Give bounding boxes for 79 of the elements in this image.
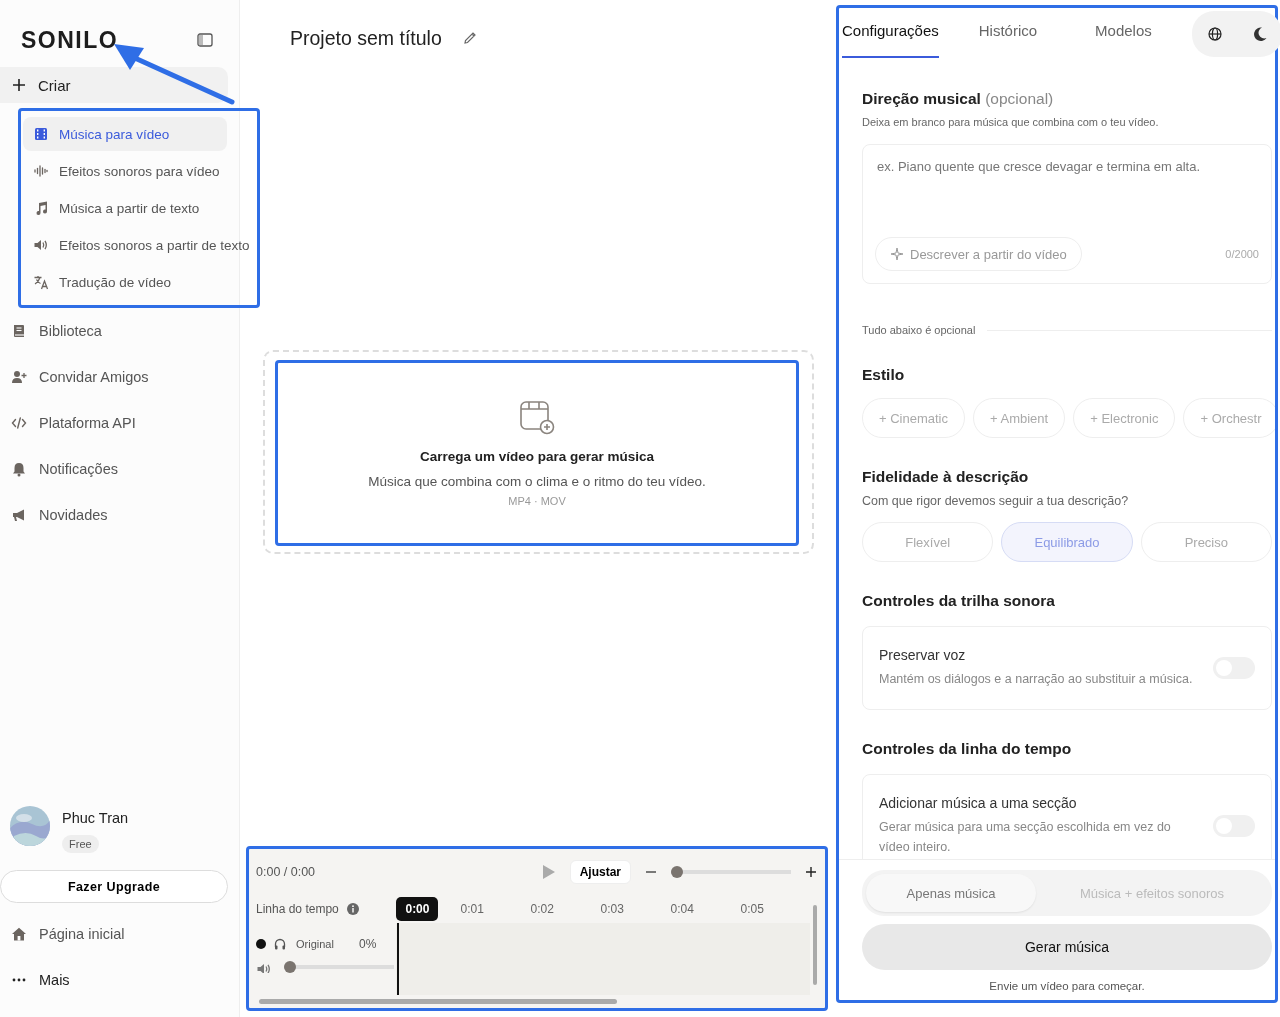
generate-button[interactable]: Gerar música	[862, 924, 1272, 970]
record-dot-icon	[256, 939, 266, 949]
sparkle-icon	[890, 247, 904, 261]
section-title: Controles da linha do tempo	[862, 740, 1073, 758]
divider-label: Tudo abaixo é opcional	[862, 324, 976, 336]
hint-text: Deixa em branco para música que combina com o teu vídeo.	[862, 116, 1160, 128]
video-add-icon	[519, 399, 555, 435]
speaker-icon	[33, 237, 49, 253]
setting-title: Adicionar música a uma secção	[879, 795, 1078, 811]
section-title: Fidelidade à descrição	[862, 468, 1030, 486]
globe-icon	[1207, 27, 1222, 41]
drop-zone[interactable]: Carrega um vídeo para gerar música Música que combina com o clima e o ritmo do teu vídeo. MP4 · MOV	[263, 350, 814, 554]
track-percent: 0%	[359, 937, 377, 951]
upgrade-button[interactable]: Fazer Upgrade	[0, 870, 228, 903]
logo[interactable]: SONILO	[21, 26, 119, 54]
time-tick: 0:05	[740, 902, 765, 916]
waveform-icon	[33, 163, 49, 179]
plan-badge: Free	[62, 835, 99, 853]
setting-description: Gerar música para uma secção escolhida em vez do vídeo inteiro.	[879, 819, 1172, 856]
bell-icon	[11, 461, 27, 477]
time-display: 0:00 / 0:00	[256, 865, 316, 879]
book-icon	[11, 323, 27, 339]
menu-item[interactable]: Tradução de vídeo	[23, 265, 227, 299]
nav-item[interactable]: Convidar Amigos	[0, 354, 227, 400]
megaphone-icon	[11, 507, 27, 523]
section-title: Controles da trilha sonora	[862, 592, 1056, 610]
project-title: Projeto sem título	[290, 26, 442, 50]
film-icon	[33, 126, 49, 142]
section-title: Direção musical (opcional)	[862, 90, 1055, 108]
code-icon	[11, 415, 27, 431]
menu-item[interactable]: Efeitos sonoros para vídeo	[23, 154, 227, 188]
nav-item[interactable]: Plataforma API	[0, 400, 227, 446]
play-icon	[541, 864, 556, 880]
time-tick: 0:04	[670, 902, 695, 916]
tab[interactable]: Modelos	[1095, 10, 1152, 58]
plus-icon	[12, 78, 26, 92]
avatar	[10, 806, 50, 846]
menu-item[interactable]: Música a partir de texto	[23, 191, 227, 225]
moon-icon	[1251, 26, 1268, 42]
track-name: Original	[296, 938, 335, 950]
tab[interactable]: Configurações	[842, 10, 939, 58]
scrollbar[interactable]	[813, 905, 817, 985]
playhead-time: 0:00	[396, 897, 439, 921]
fit-button[interactable]: Ajustar	[569, 860, 631, 884]
menu-item[interactable]: Efeitos sonoros a partir de texto	[23, 228, 252, 262]
playhead[interactable]	[397, 923, 400, 995]
menu-item[interactable]: Música para vídeo	[23, 117, 227, 151]
upload-title: Carrega um vídeo para gerar música	[419, 449, 655, 464]
add-person-icon	[11, 369, 27, 385]
sidebar-toggle-icon	[197, 33, 213, 47]
setting-title: Preservar voz	[879, 647, 967, 663]
translate-icon	[33, 274, 49, 290]
section-title: Estilo	[862, 366, 906, 384]
create-button[interactable]: Criar	[0, 67, 228, 103]
nav-item[interactable]: Biblioteca	[0, 308, 227, 354]
nav-item[interactable]: Página inicial	[0, 911, 227, 957]
zoom-in-icon	[805, 866, 817, 878]
hint-text: Com que rigor devemos seguir a tua descrição?	[862, 494, 1130, 508]
volume-icon	[256, 961, 270, 973]
pencil-icon	[461, 30, 478, 46]
char-counter: 0/2000	[1225, 248, 1259, 260]
headphones-icon	[274, 938, 286, 950]
footer-note: Envie um vídeo para começar.	[988, 980, 1146, 992]
user-name: Phuc Tran	[62, 810, 129, 826]
tab[interactable]: Histórico	[978, 10, 1038, 58]
setting-description: Mantém os diálogos e a narração ao substituir a música.	[879, 671, 1193, 688]
file-formats: MP4 · MOV	[508, 495, 566, 507]
time-tick: 0:01	[460, 902, 485, 916]
mode-option[interactable]: Apenas música	[866, 874, 1036, 912]
info-icon	[346, 903, 359, 915]
upload-subtitle: Música que combina com o clima e o ritmo do teu vídeo.	[368, 474, 706, 489]
time-tick: 0:02	[530, 902, 555, 916]
home-icon	[11, 926, 27, 942]
nav-item[interactable]: Notificações	[0, 446, 227, 492]
nav-item[interactable]: Novidades	[0, 492, 227, 538]
scrollbar[interactable]	[259, 999, 617, 1004]
timeline-label: Linha do tempo	[256, 902, 339, 916]
time-tick: 0:03	[600, 902, 625, 916]
nav-item[interactable]: Mais	[0, 957, 227, 1003]
